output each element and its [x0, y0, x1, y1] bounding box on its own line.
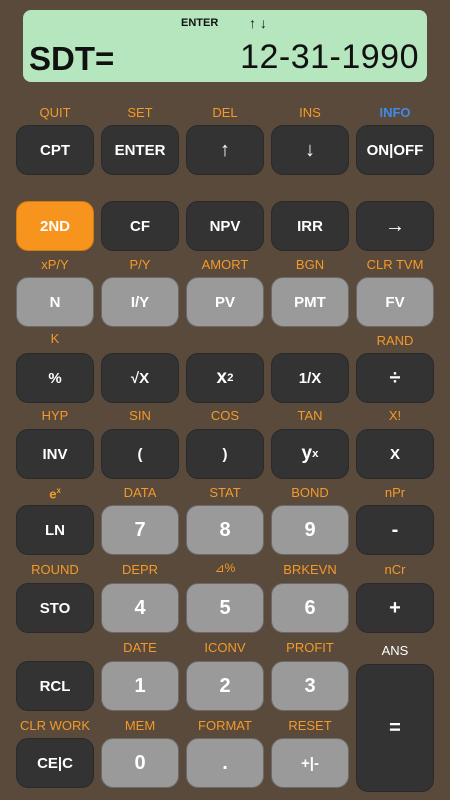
- del-label: DEL: [212, 105, 238, 120]
- display-panel: ENTER ↑ ↓ SDT= 12-31-1990: [23, 10, 427, 82]
- display-label: SDT=: [29, 40, 115, 77]
- npr-label: nPr: [384, 485, 406, 500]
- date-label: DATE: [123, 640, 157, 655]
- set-label: SET: [127, 105, 153, 120]
- round-label: ROUND: [31, 562, 79, 577]
- ncr-label: nCr: [384, 562, 406, 577]
- ln-button[interactable]: LN: [16, 505, 94, 555]
- plus-button[interactable]: +: [356, 583, 434, 633]
- square-button[interactable]: x2: [186, 353, 264, 403]
- k-label: K: [50, 331, 60, 346]
- mem-label: MEM: [124, 718, 156, 733]
- equals-button[interactable]: =: [356, 664, 434, 792]
- rand-label: RAND: [376, 333, 414, 348]
- info-label[interactable]: INFO: [356, 106, 434, 120]
- factorial-label: X!: [388, 408, 402, 423]
- digit-0-button[interactable]: 0: [101, 738, 179, 788]
- pv-button[interactable]: PV: [186, 277, 264, 327]
- format-label: FORMAT: [198, 718, 252, 733]
- reset-label: RESET: [288, 718, 332, 733]
- data-label: DATA: [123, 485, 157, 500]
- pmt-button[interactable]: PMT: [271, 277, 349, 327]
- iy-button[interactable]: I/Y: [101, 277, 179, 327]
- multiply-button[interactable]: X: [356, 429, 434, 479]
- clr-tvm-label: CLR TVM: [366, 257, 424, 272]
- tan-label: TAN: [297, 408, 323, 423]
- arrows-indicator: ↑ ↓: [249, 15, 267, 31]
- square-base: x: [216, 367, 228, 388]
- bgn-label: BGN: [295, 257, 325, 272]
- hyp-label: HYP: [41, 408, 69, 423]
- digit-8-button[interactable]: 8: [186, 505, 264, 555]
- square-exponent: 2: [227, 372, 234, 384]
- digit-3-button[interactable]: 3: [271, 661, 349, 711]
- depr-label: DEPR: [121, 562, 159, 577]
- delta-percent-label: ⊿%: [214, 561, 236, 575]
- rcl-button[interactable]: RCL: [16, 661, 94, 711]
- sto-button[interactable]: STO: [16, 583, 94, 633]
- enter-button[interactable]: ENTER: [101, 125, 179, 175]
- amort-label: AMORT: [201, 257, 249, 272]
- on-off-button[interactable]: ON|OFF: [356, 125, 434, 175]
- ans-label: ANS: [381, 643, 409, 658]
- up-arrow-button[interactable]: ↑: [186, 125, 264, 175]
- divide-button[interactable]: ÷: [356, 353, 434, 403]
- cos-label: COS: [210, 408, 240, 423]
- cpt-button[interactable]: CPT: [16, 125, 94, 175]
- digit-9-button[interactable]: 9: [271, 505, 349, 555]
- sin-label: SIN: [129, 408, 151, 423]
- sqrt-button[interactable]: √X: [101, 353, 179, 403]
- quit-label: QUIT: [39, 105, 71, 120]
- brkevn-label: BRKEVN: [283, 562, 337, 577]
- stat-label: STAT: [209, 485, 241, 500]
- ex-label: ex: [49, 486, 61, 502]
- clr-work-label: CLR WORK: [19, 718, 91, 733]
- percent-button[interactable]: %: [16, 353, 94, 403]
- display-value: 12-31-1990: [240, 38, 419, 76]
- ce-c-button[interactable]: CE|C: [16, 738, 94, 788]
- n-button[interactable]: N: [16, 277, 94, 327]
- close-paren-button[interactable]: ): [186, 429, 264, 479]
- second-function-button[interactable]: 2ND: [16, 201, 94, 251]
- plus-minus-button[interactable]: +|-: [271, 738, 349, 788]
- power-exponent: x: [312, 448, 319, 460]
- power-button[interactable]: yx: [271, 429, 349, 479]
- minus-button[interactable]: -: [356, 505, 434, 555]
- irr-button[interactable]: IRR: [271, 201, 349, 251]
- profit-label: PROFIT: [286, 640, 334, 655]
- py-label: P/Y: [129, 257, 151, 272]
- inv-button[interactable]: INV: [16, 429, 94, 479]
- open-paren-button[interactable]: (: [101, 429, 179, 479]
- xpy-label: xP/Y: [41, 257, 69, 272]
- digit-5-button[interactable]: 5: [186, 583, 264, 633]
- enter-indicator: ENTER: [181, 17, 219, 29]
- npv-button[interactable]: NPV: [186, 201, 264, 251]
- digit-2-button[interactable]: 2: [186, 661, 264, 711]
- digit-6-button[interactable]: 6: [271, 583, 349, 633]
- cf-button[interactable]: CF: [101, 201, 179, 251]
- fv-button[interactable]: FV: [356, 277, 434, 327]
- bond-label: BOND: [291, 485, 329, 500]
- ins-label: INS: [299, 105, 321, 120]
- decimal-point-button[interactable]: .: [186, 738, 264, 788]
- reciprocal-button[interactable]: 1/X: [271, 353, 349, 403]
- digit-1-button[interactable]: 1: [101, 661, 179, 711]
- power-base: y: [301, 443, 313, 464]
- digit-4-button[interactable]: 4: [101, 583, 179, 633]
- iconv-label: ICONV: [204, 640, 246, 655]
- down-arrow-button[interactable]: ↓: [271, 125, 349, 175]
- digit-7-button[interactable]: 7: [101, 505, 179, 555]
- right-arrow-button[interactable]: →: [356, 201, 434, 251]
